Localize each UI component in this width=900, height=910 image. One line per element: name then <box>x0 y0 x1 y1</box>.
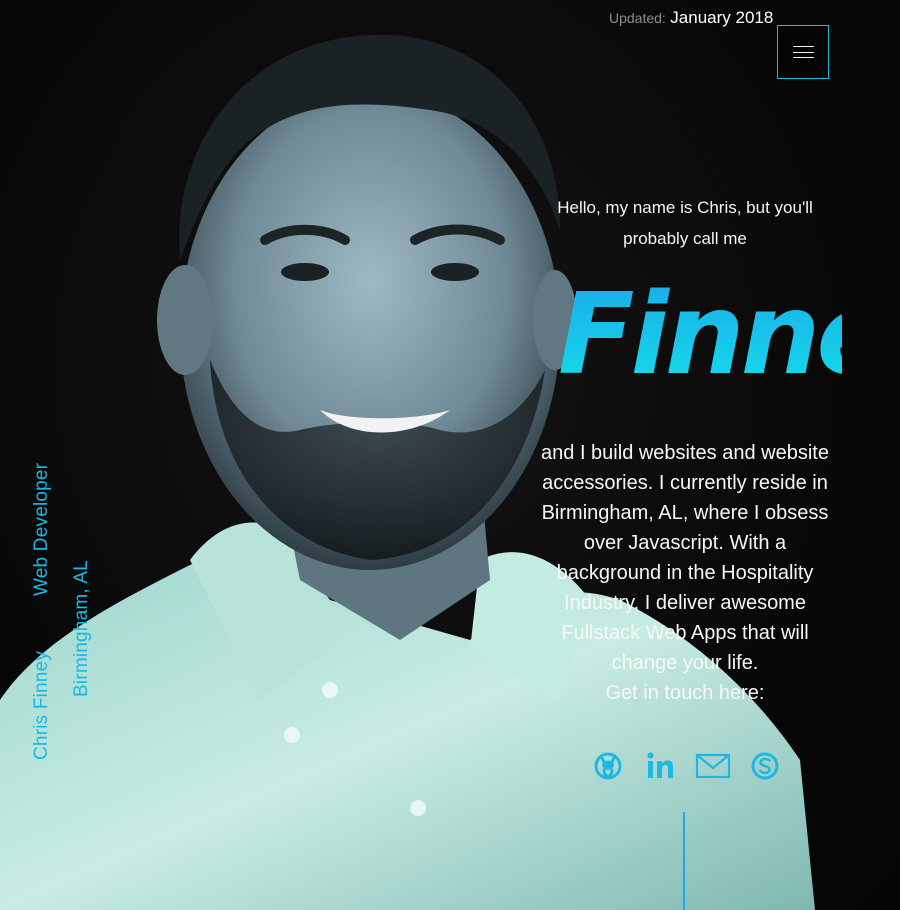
page: Updated: January 2018 Hello, my name is … <box>0 0 900 910</box>
bio-text: and I build websites and website accesso… <box>530 438 840 708</box>
nickname-text: Finney <box>558 270 842 400</box>
cta-text: Get in touch here: <box>605 682 765 704</box>
hamburger-menu-icon <box>792 46 814 58</box>
updated-notice: Updated: January 2018 <box>609 8 773 28</box>
menu-button[interactable] <box>777 25 829 79</box>
github-icon <box>594 752 622 780</box>
updated-date: January 2018 <box>670 8 774 27</box>
bio-body: and I build websites and website accesso… <box>541 442 829 674</box>
social-links <box>590 748 798 786</box>
side-location: Birmingham, AL <box>71 560 92 697</box>
skype-link[interactable] <box>746 748 798 786</box>
side-name: Chris Finney <box>31 650 52 760</box>
updated-label: Updated: <box>609 10 666 26</box>
skype-icon <box>751 752 779 780</box>
linkedin-link[interactable] <box>642 748 694 786</box>
linkedin-icon <box>647 752 673 778</box>
email-icon <box>695 753 731 779</box>
email-link[interactable] <box>694 748 746 786</box>
nickname-heading: Finney <box>558 270 842 400</box>
intro-greeting: Hello, my name is Chris, but you'll prob… <box>557 198 813 248</box>
side-role: Web Developer <box>31 462 52 596</box>
scroll-indicator-line <box>683 812 685 910</box>
github-link[interactable] <box>590 748 642 786</box>
